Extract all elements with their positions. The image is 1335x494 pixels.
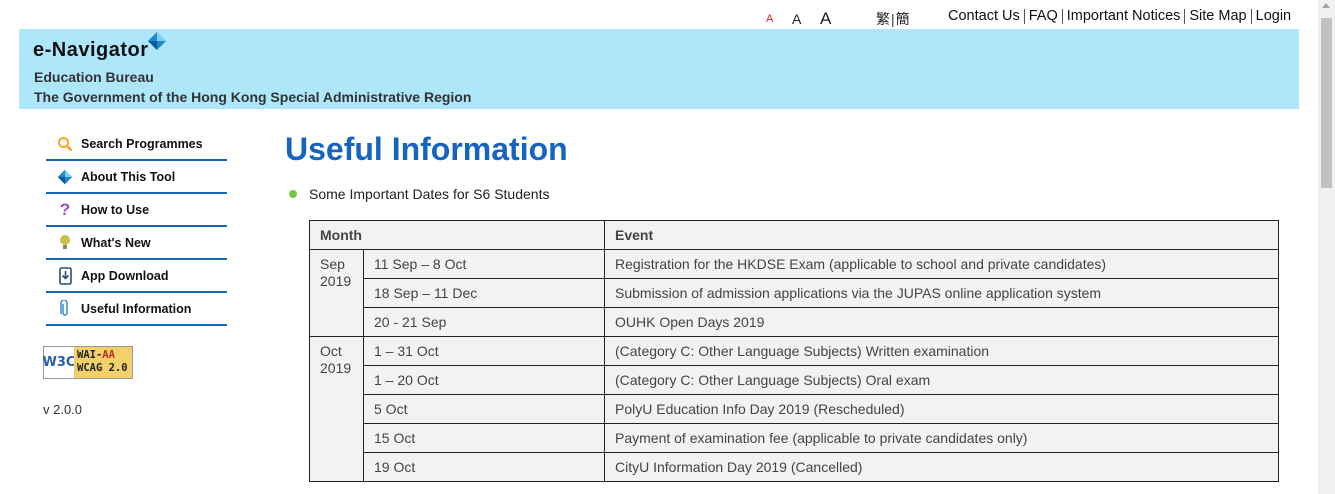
language-switcher: 繁|簡 bbox=[876, 9, 910, 29]
simplified-chinese-link[interactable]: 簡 bbox=[896, 11, 910, 27]
font-size-medium-button[interactable]: A bbox=[792, 11, 801, 27]
section-subtitle: Some Important Dates for S6 Students bbox=[309, 186, 550, 202]
wai-label: WAI- bbox=[77, 349, 103, 361]
month-cell: Sep 2019 bbox=[309, 249, 364, 337]
month-cell: Oct 2019 bbox=[309, 336, 364, 482]
w3c-wcag-badge[interactable]: W3C WAI-AA WCAG 2.0 bbox=[43, 346, 133, 379]
top-links: Contact Us FAQ Important Notices Site Ma… bbox=[948, 9, 1295, 24]
date-cell: 20 - 21 Sep bbox=[363, 307, 605, 337]
table-row: 18 Sep – 11 Dec Submission of admission a… bbox=[310, 278, 1279, 308]
bullet-icon bbox=[289, 190, 297, 198]
traditional-chinese-link[interactable]: 繁 bbox=[876, 11, 890, 27]
date-cell: 1 – 31 Oct bbox=[363, 336, 605, 366]
sidebar-item-about-this-tool[interactable]: About This Tool bbox=[46, 161, 227, 194]
table-header-row: Month Event bbox=[309, 220, 1279, 250]
page-title: Useful Information bbox=[285, 131, 568, 167]
login-link[interactable]: Login bbox=[1250, 9, 1295, 24]
date-cell: 19 Oct bbox=[363, 452, 605, 482]
table-row: 19 Oct CityU Information Day 2019 (Cancel… bbox=[310, 452, 1279, 482]
contact-us-link[interactable]: Contact Us bbox=[948, 9, 1024, 24]
important-dates-table: Month Event Sep 2019 11 Sep – 8 Oct Registr… bbox=[309, 220, 1279, 482]
event-cell: CityU Information Day 2019 (Cancelled) bbox=[604, 452, 1279, 482]
sidebar-item-label: How to Use bbox=[81, 202, 150, 217]
font-size-large-button[interactable]: A bbox=[820, 9, 831, 29]
wcag-label: WCAG 2.0 bbox=[77, 362, 128, 374]
faq-link[interactable]: FAQ bbox=[1023, 9, 1062, 24]
event-cell: (Category C: Other Language Subjects) Wr… bbox=[604, 336, 1279, 366]
w3c-logo: W3C bbox=[43, 347, 75, 378]
table-row: 1 – 20 Oct (Category C: Other Language Su… bbox=[310, 365, 1279, 395]
download-icon bbox=[55, 266, 75, 285]
event-cell: PolyU Education Info Day 2019 (Reschedul… bbox=[604, 394, 1279, 424]
sidebar-item-label: Useful Information bbox=[81, 301, 192, 316]
year-label: 2019 bbox=[320, 273, 352, 289]
version-label: v 2.0.0 bbox=[43, 402, 83, 417]
date-cell: 1 – 20 Oct bbox=[363, 365, 605, 395]
paperclip-icon bbox=[55, 299, 75, 318]
table-row: 20 - 21 Sep OUHK Open Days 2019 bbox=[310, 307, 1279, 337]
search-icon bbox=[55, 135, 75, 153]
wcag-level: WAI-AA WCAG 2.0 bbox=[74, 347, 132, 378]
table-row: 15 Oct Payment of examination fee (applic… bbox=[310, 423, 1279, 453]
event-cell: (Category C: Other Language Subjects) Or… bbox=[604, 365, 1279, 395]
sidebar-nav: Search Programmes About This Tool ? How … bbox=[46, 128, 227, 326]
year-label: 2019 bbox=[320, 360, 352, 376]
month-label: Sep bbox=[320, 256, 345, 272]
divider: | bbox=[891, 11, 895, 27]
sidebar-item-label: App Download bbox=[81, 268, 169, 283]
important-notices-link[interactable]: Important Notices bbox=[1061, 9, 1185, 24]
month-label: Oct bbox=[320, 343, 342, 359]
top-utility-bar: A A A 繁|簡 Contact Us FAQ Important Notic… bbox=[0, 0, 1318, 29]
event-cell: Payment of examination fee (applicable t… bbox=[604, 423, 1279, 453]
column-header-event: Event bbox=[604, 220, 1279, 250]
sidebar-item-useful-information[interactable]: Useful Information bbox=[46, 293, 227, 326]
vertical-scrollbar[interactable] bbox=[1318, 0, 1335, 494]
date-cell: 15 Oct bbox=[363, 423, 605, 453]
font-size-small-button[interactable]: A bbox=[766, 13, 773, 25]
sidebar-item-app-download[interactable]: App Download bbox=[46, 260, 227, 293]
event-cell: Submission of admission applications via… bbox=[604, 278, 1279, 308]
table-row: 5 Oct PolyU Education Info Day 2019 (Resc… bbox=[310, 394, 1279, 424]
table-body: Sep 2019 11 Sep – 8 Oct Registration for th… bbox=[309, 249, 1279, 482]
sidebar-item-label: Search Programmes bbox=[81, 136, 203, 151]
question-icon: ? bbox=[59, 199, 71, 219]
sidebar-item-whats-new[interactable]: What's New bbox=[46, 227, 227, 260]
aa-label: AA bbox=[102, 349, 115, 361]
sidebar-item-how-to-use[interactable]: ? How to Use bbox=[46, 194, 227, 227]
column-header-month: Month bbox=[309, 220, 605, 250]
scroll-up-arrow-icon[interactable] bbox=[1322, 3, 1330, 8]
sidebar-item-label: What's New bbox=[81, 235, 151, 250]
sidebar-item-label: About This Tool bbox=[81, 169, 176, 184]
date-cell: 18 Sep – 11 Dec bbox=[363, 278, 605, 308]
bureau-name: Education Bureau bbox=[34, 69, 154, 85]
sidebar-item-search-programmes[interactable]: Search Programmes bbox=[46, 128, 227, 161]
table-row: Oct 2019 1 – 31 Oct (Category C: Other Lang… bbox=[309, 336, 1279, 482]
site-map-link[interactable]: Site Map bbox=[1184, 9, 1250, 24]
lightbulb-icon bbox=[55, 234, 75, 252]
government-name: The Government of the Hong Kong Special … bbox=[34, 89, 472, 105]
date-cell: 5 Oct bbox=[363, 394, 605, 424]
table-row: Sep 2019 11 Sep – 8 Oct Registration for th… bbox=[309, 249, 1279, 337]
compass-icon bbox=[55, 168, 75, 186]
event-cell: Registration for the HKDSE Exam (applica… bbox=[604, 249, 1279, 279]
scrollbar-thumb[interactable] bbox=[1321, 18, 1332, 188]
event-cell: OUHK Open Days 2019 bbox=[604, 307, 1279, 337]
header-banner: e-Navigator Education Bureau The Governm… bbox=[19, 29, 1299, 109]
date-cell: 11 Sep – 8 Oct bbox=[363, 249, 605, 279]
site-logo[interactable]: e-Navigator bbox=[33, 39, 149, 62]
compass-icon bbox=[148, 32, 166, 50]
